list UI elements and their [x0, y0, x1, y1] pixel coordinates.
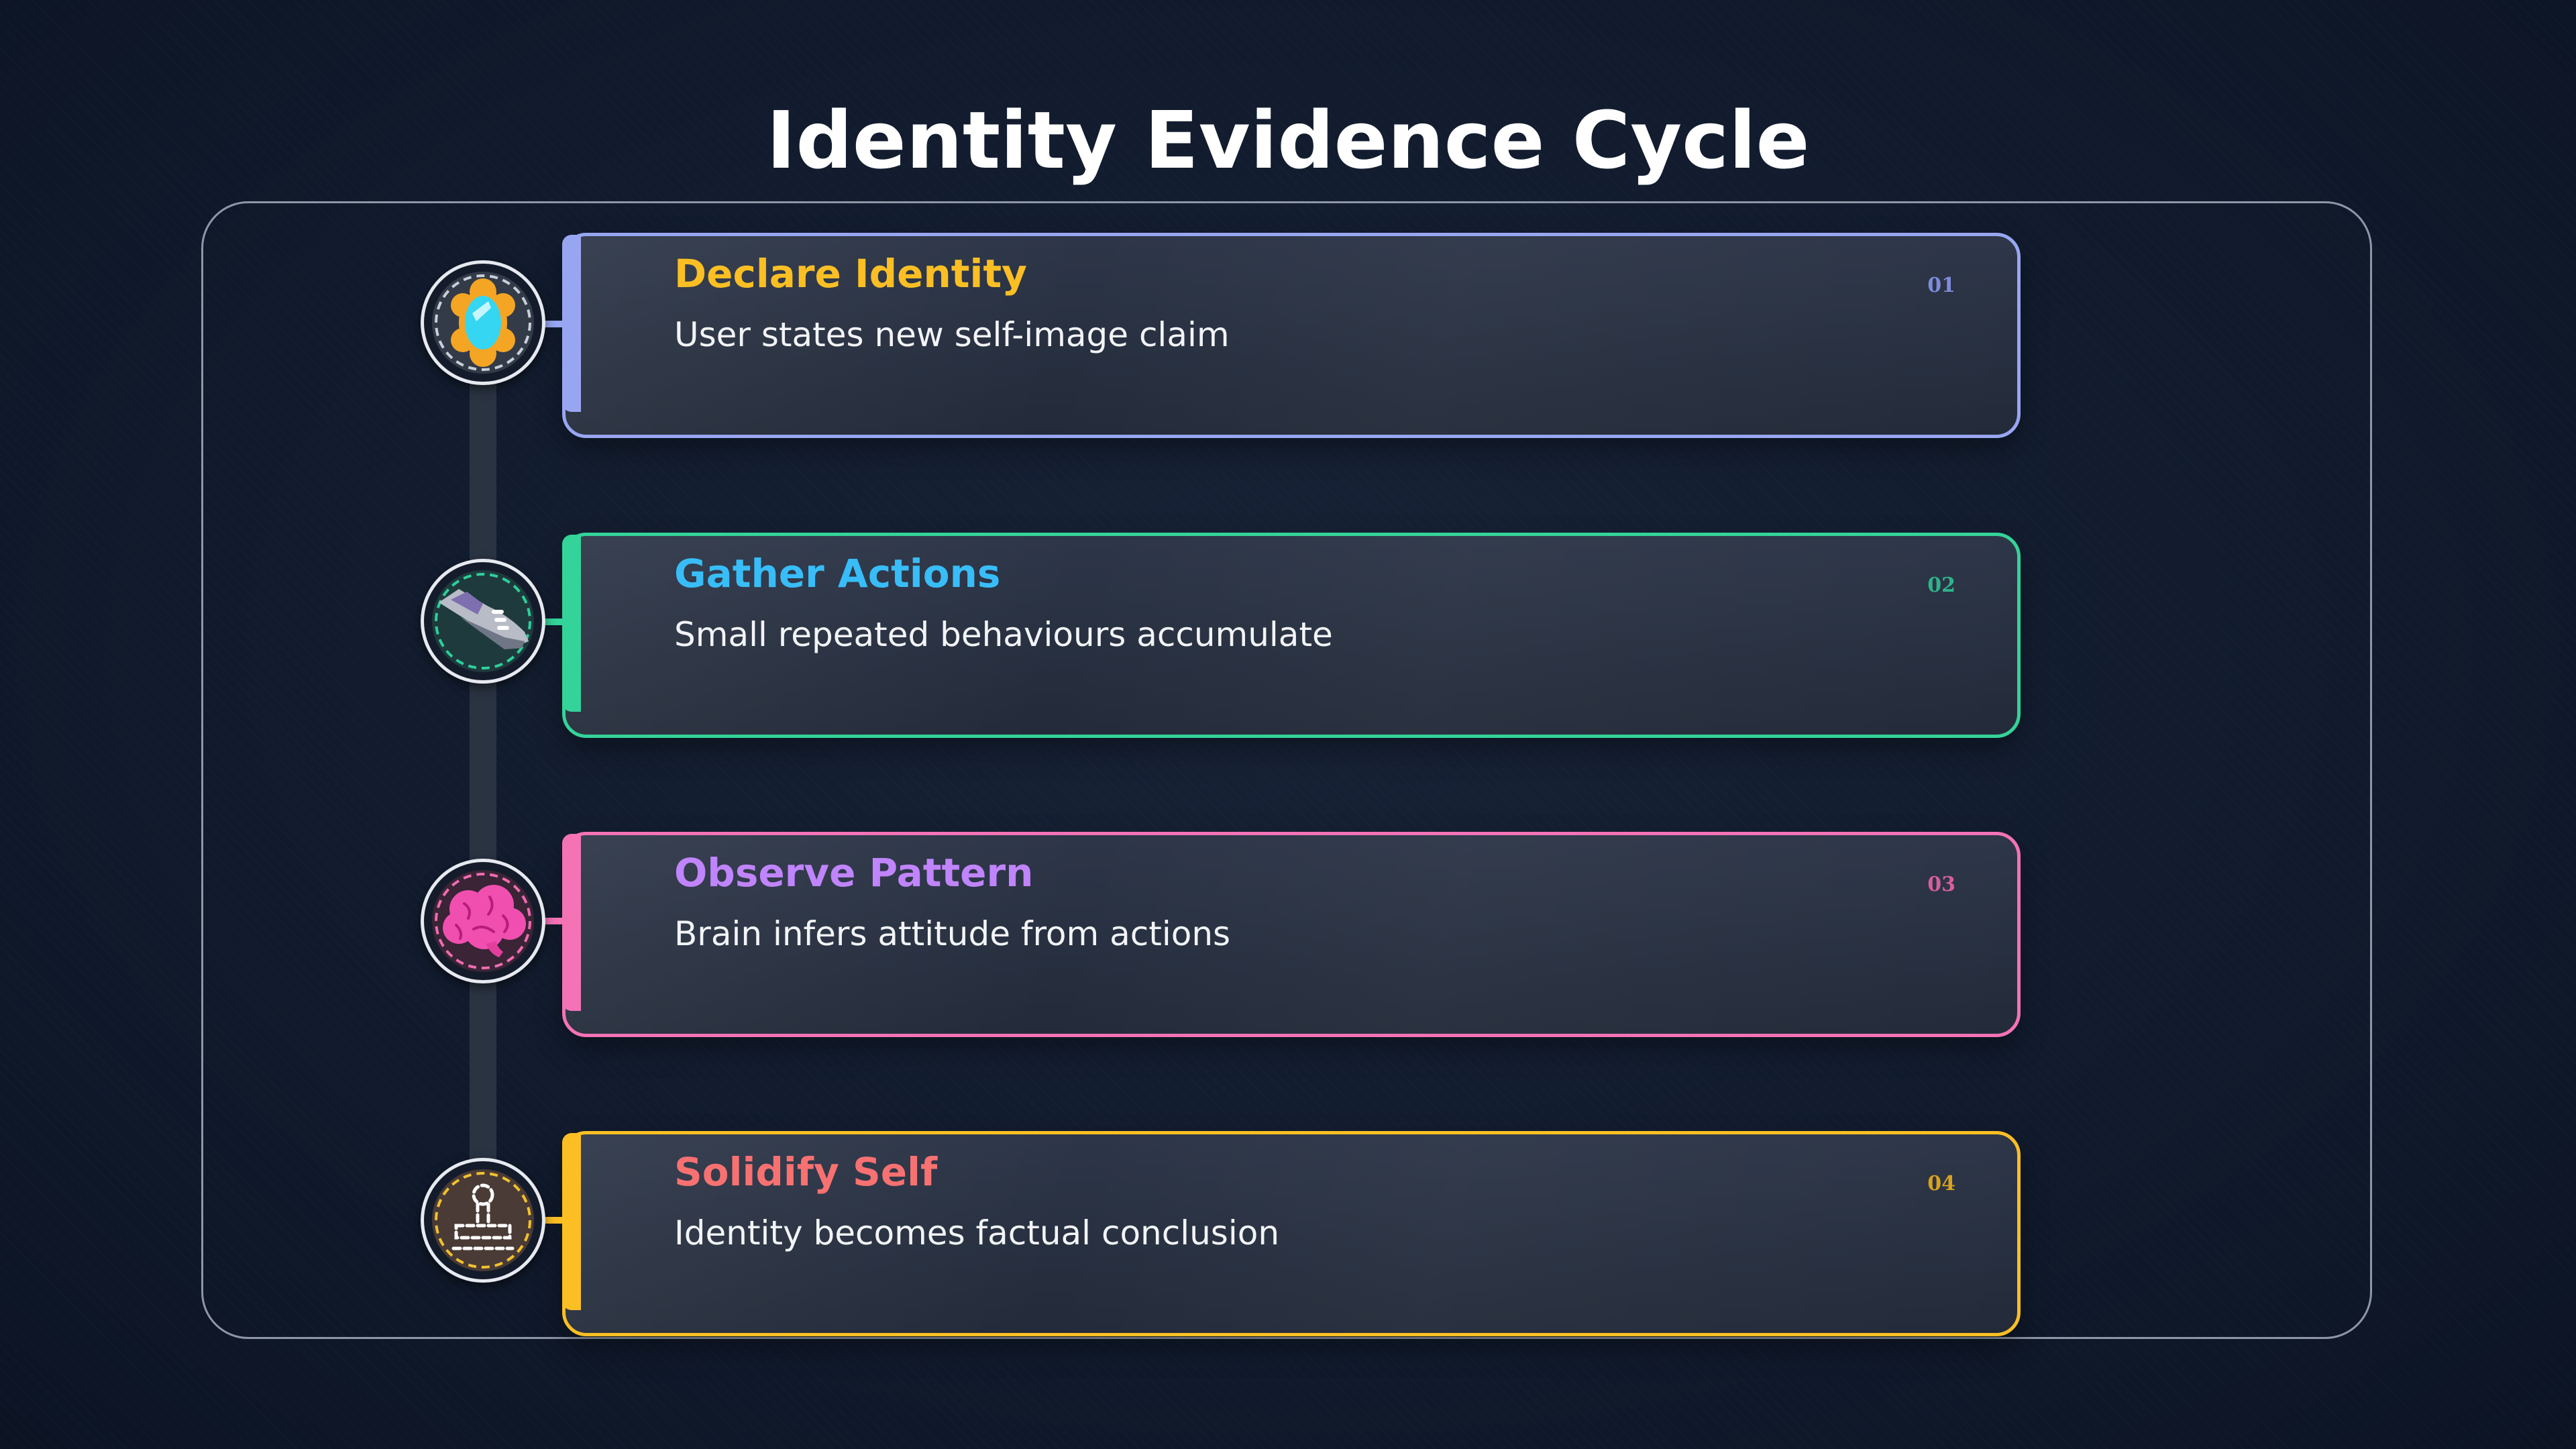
step-accent-bar [562, 834, 581, 1011]
step-number: 01 [1927, 274, 1955, 297]
step-card-solidify-self: Solidify Self Identity becomes factual c… [562, 1131, 2021, 1336]
timeline-rail [470, 322, 496, 1221]
step-title: Gather Actions [674, 551, 1001, 596]
step-card-declare-identity: Declare Identity User states new self-im… [562, 233, 2021, 438]
step-description: Identity becomes factual conclusion [674, 1214, 1280, 1252]
step-accent-bar [562, 1133, 581, 1310]
stamp-icon [421, 1158, 545, 1283]
step-title: Observe Pattern [674, 850, 1034, 896]
step-number: 03 [1927, 873, 1955, 896]
brain-icon [421, 859, 545, 983]
step-number: 04 [1927, 1172, 1955, 1195]
step-card-gather-actions: Gather Actions Small repeated behaviours… [562, 533, 2021, 738]
step-description: Brain infers attitude from actions [674, 914, 1231, 953]
step-card-observe-pattern: Observe Pattern Brain infers attitude fr… [562, 832, 2021, 1037]
step-number: 02 [1927, 574, 1955, 597]
step-accent-bar [562, 535, 581, 712]
sneaker-icon [421, 559, 545, 684]
step-description: Small repeated behaviours accumulate [674, 615, 1333, 654]
mirror-icon [421, 260, 545, 385]
step-accent-bar [562, 235, 581, 412]
step-title: Declare Identity [674, 251, 1027, 297]
step-description: User states new self-image claim [674, 315, 1230, 354]
page-title: Identity Evidence Cycle [766, 94, 1810, 186]
step-title: Solidify Self [674, 1149, 938, 1195]
